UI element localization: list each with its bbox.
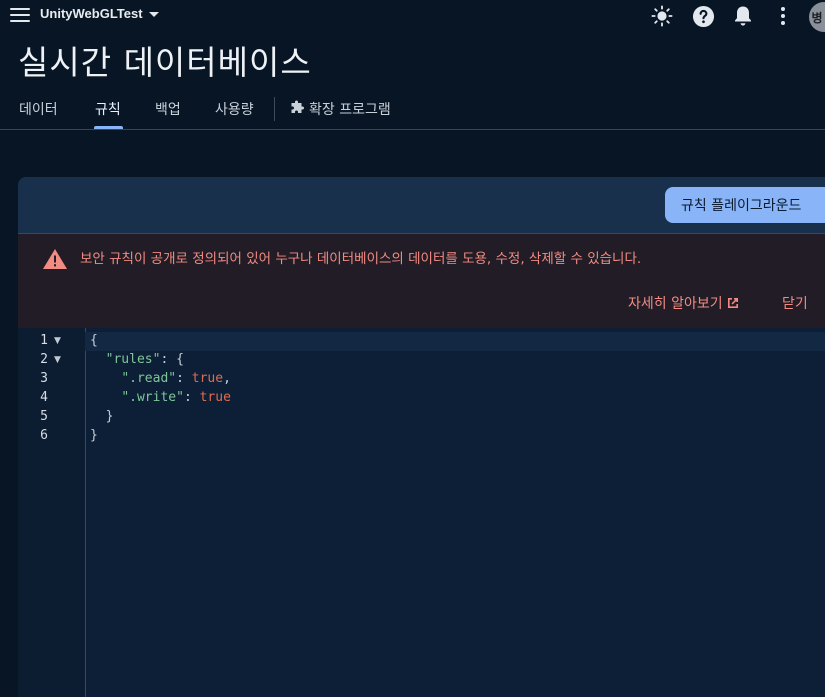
code-line: { bbox=[90, 333, 98, 348]
fold-arrow-icon[interactable]: ▼ bbox=[54, 336, 61, 346]
code-token: : bbox=[183, 390, 200, 405]
code-line: "rules": { bbox=[90, 352, 184, 367]
page-title: 실시간 데이터베이스 bbox=[18, 43, 312, 82]
line-number: 5 bbox=[40, 409, 48, 424]
code-token: : bbox=[176, 371, 192, 386]
tab-bar: 데이터 규칙 백업 사용량 확장 프로그램 bbox=[0, 94, 825, 130]
fold-arrow-icon[interactable]: ▼ bbox=[54, 355, 61, 365]
menu-icon[interactable] bbox=[10, 8, 30, 24]
tab-extensions[interactable]: 확장 프로그램 bbox=[289, 99, 391, 119]
tab-extensions-label: 확장 프로그램 bbox=[309, 102, 391, 118]
tab-rules[interactable]: 규칙 bbox=[95, 99, 121, 119]
code-token: } bbox=[105, 409, 114, 424]
more-vert-icon[interactable] bbox=[771, 4, 795, 28]
rules-playground-button[interactable]: 규칙 플레이그라운드 bbox=[665, 187, 825, 223]
top-bar: UnityWebGLTest 병 bbox=[0, 0, 825, 32]
code-line: } bbox=[90, 409, 114, 424]
tab-backup[interactable]: 백업 bbox=[155, 99, 181, 119]
code-token: { bbox=[90, 333, 98, 348]
code-token: : { bbox=[160, 352, 184, 367]
tab-usage[interactable]: 사용량 bbox=[215, 99, 254, 119]
code-line: } bbox=[90, 428, 98, 443]
dismiss-button[interactable]: 닫기 bbox=[782, 293, 808, 313]
warning-icon bbox=[43, 249, 67, 269]
line-number: 1 bbox=[40, 333, 48, 348]
code-line: ".write": true bbox=[90, 390, 231, 405]
project-name: UnityWebGLTest bbox=[40, 6, 143, 21]
tab-divider bbox=[274, 97, 275, 121]
line-number: 3 bbox=[40, 371, 48, 386]
help-icon[interactable] bbox=[691, 4, 715, 28]
active-tab-indicator bbox=[94, 126, 123, 129]
panel-toolbar: 규칙 플레이그라운드 bbox=[18, 177, 825, 233]
code-token: ".read" bbox=[121, 371, 177, 386]
code-token: } bbox=[90, 428, 98, 443]
rules-panel: 규칙 플레이그라운드 보안 규칙이 공개로 정의되어 있어 누구나 데이터베이스… bbox=[18, 177, 825, 697]
extension-icon bbox=[291, 100, 305, 113]
code-token: true bbox=[191, 371, 224, 386]
active-line-highlight bbox=[85, 332, 825, 351]
avatar-initial: 병 bbox=[811, 10, 823, 25]
code-line: ".read": true, bbox=[90, 371, 231, 386]
code-token: true bbox=[199, 390, 231, 405]
theme-toggle-icon[interactable] bbox=[650, 4, 674, 28]
project-selector[interactable]: UnityWebGLTest bbox=[40, 6, 159, 21]
line-number: 6 bbox=[40, 428, 48, 443]
warning-message: 보안 규칙이 공개로 정의되어 있어 누구나 데이터베이스의 데이터를 도용, … bbox=[80, 251, 642, 267]
avatar[interactable]: 병 bbox=[809, 2, 825, 32]
tab-data[interactable]: 데이터 bbox=[19, 99, 58, 119]
code-token: , bbox=[223, 371, 231, 386]
bell-icon[interactable] bbox=[731, 4, 755, 28]
rules-code-editor[interactable]: 1 ▼ 2 ▼ 3 4 5 6 { "rules": { ".read": tr… bbox=[18, 328, 825, 697]
open-in-new-icon bbox=[727, 298, 738, 308]
security-warning-banner: 보안 규칙이 공개로 정의되어 있어 누구나 데이터베이스의 데이터를 도용, … bbox=[18, 233, 825, 329]
line-number: 2 bbox=[40, 352, 48, 367]
code-token: ".write" bbox=[121, 390, 184, 405]
chevron-down-icon bbox=[148, 12, 159, 17]
editor-gutter: 1 ▼ 2 ▼ 3 4 5 6 bbox=[18, 328, 86, 697]
code-token: "rules" bbox=[105, 352, 161, 367]
line-number: 4 bbox=[40, 390, 48, 405]
learn-more-label: 자세히 알아보기 bbox=[628, 296, 723, 312]
learn-more-link[interactable]: 자세히 알아보기 bbox=[628, 293, 740, 313]
